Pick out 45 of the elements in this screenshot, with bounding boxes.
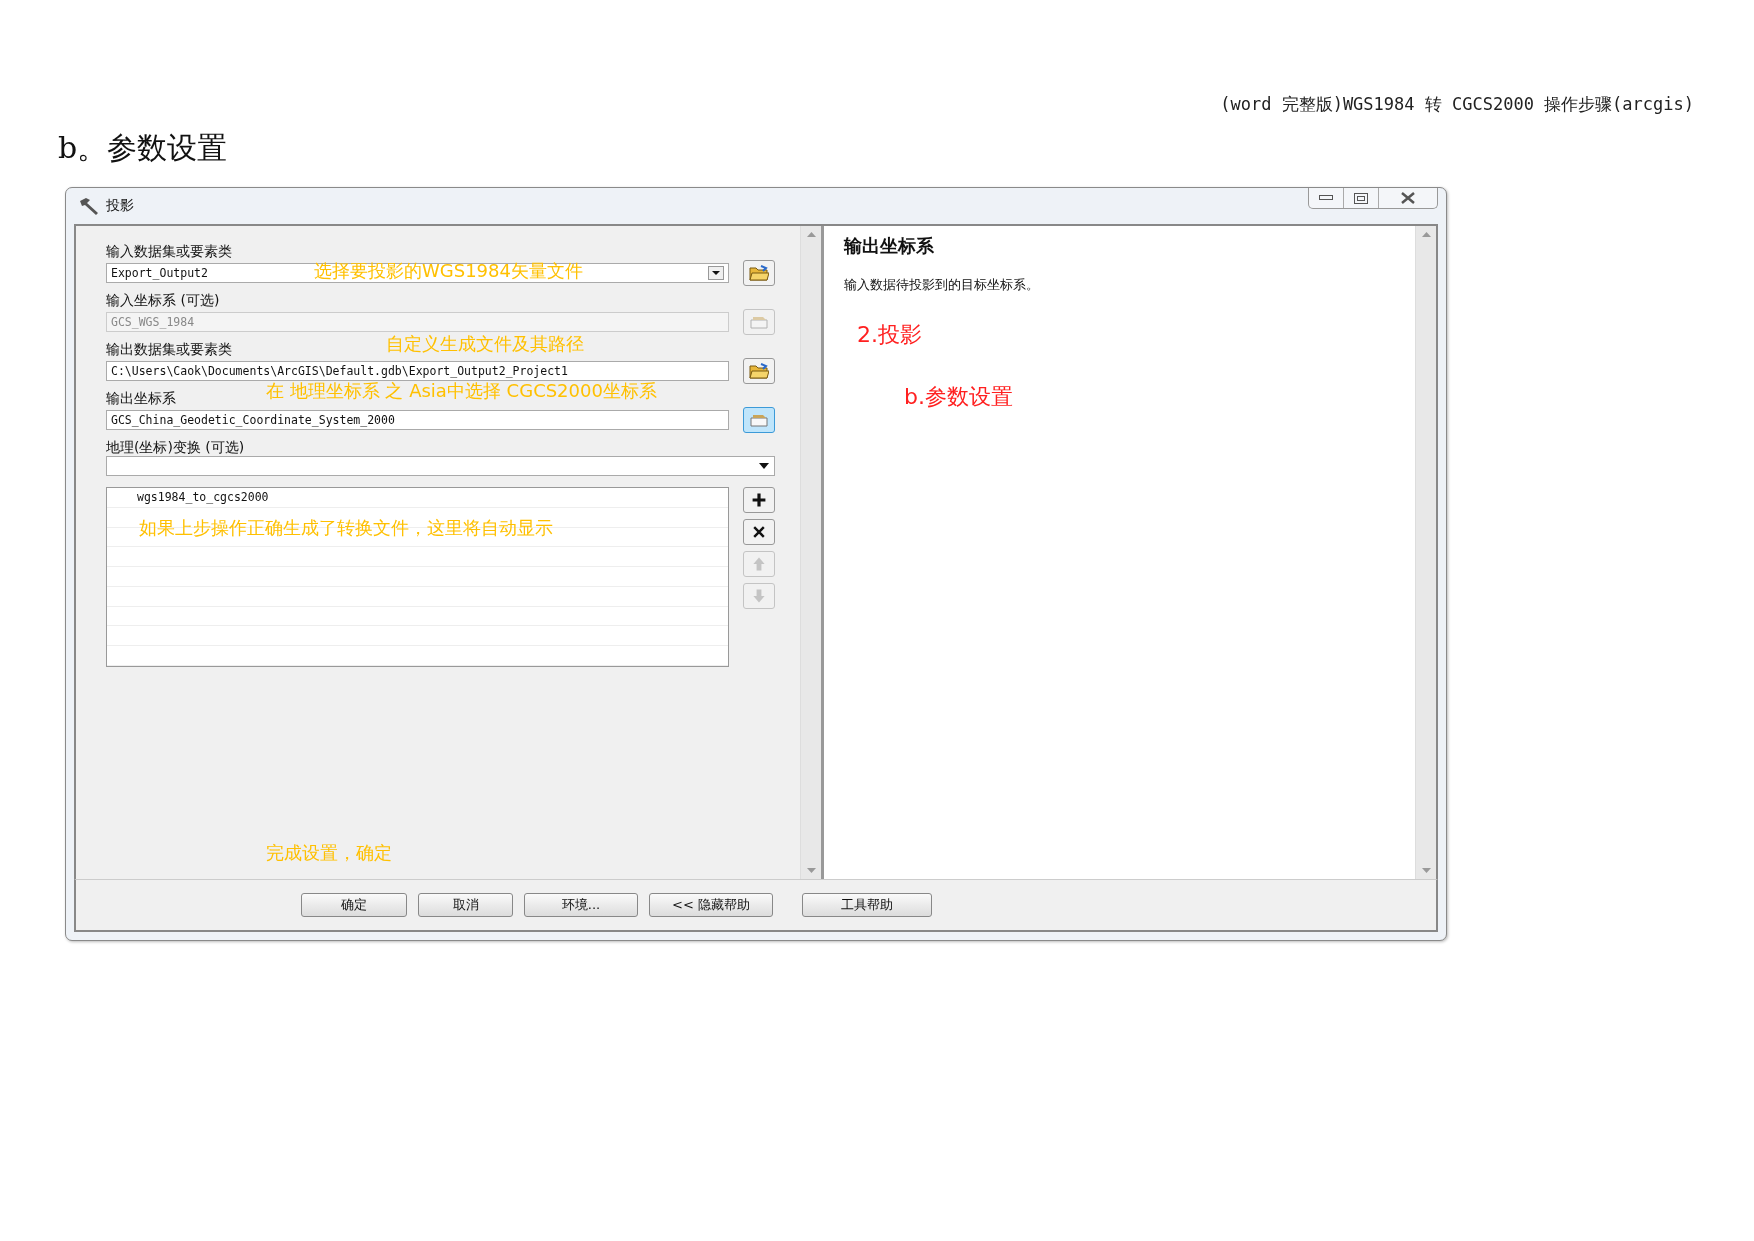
add-button[interactable]: [743, 487, 775, 513]
minimize-icon: [1319, 195, 1333, 201]
list-item[interactable]: wgs1984_to_cgcs2000: [137, 490, 269, 505]
field-label: 输出数据集或要素类: [106, 340, 232, 358]
field-label: 输出坐标系: [106, 389, 176, 407]
close-icon: [751, 524, 767, 540]
annotation-text: b.参数设置: [904, 383, 1013, 411]
plus-icon: [751, 492, 767, 508]
browse-button[interactable]: [743, 260, 775, 286]
annotation-text: 2.投影: [857, 321, 922, 349]
input-field[interactable]: GCS_China_Geodetic_Coordinate_System_2000: [106, 410, 729, 430]
input-field[interactable]: C:\Users\Caok\Documents\ArcGIS\Default.gdb\Export_Output2_Project1: [106, 361, 729, 381]
scroll-down-icon[interactable]: [806, 868, 816, 873]
annotation-text: 自定义生成文件及其路径: [386, 332, 584, 356]
annotation-text: 在 地理坐标系 之 Asia中选择 CGCS2000坐标系: [266, 379, 657, 403]
hammer-icon: [78, 197, 100, 215]
field-label: 输入数据集或要素类: [106, 242, 232, 260]
dialog-button[interactable]: 工具帮助: [802, 893, 932, 917]
scroll-down-icon[interactable]: [1421, 868, 1431, 873]
field-label: 地理(坐标)变换 (可选): [106, 438, 245, 456]
section-heading: b。参数设置: [58, 129, 229, 167]
remove-button[interactable]: [743, 519, 775, 545]
page-header: (word 完整版)WGS1984 转 CGCS2000 操作步骤(arcgis): [1220, 93, 1694, 116]
up-arrow-icon: [751, 556, 767, 572]
dropdown-arrow-icon[interactable]: [758, 463, 770, 469]
scrollbar[interactable]: [1415, 226, 1436, 879]
browse-button[interactable]: [743, 358, 775, 384]
window-title: 投影: [106, 197, 135, 215]
dialog-button[interactable]: 取消: [418, 893, 513, 917]
scrollbar[interactable]: [800, 226, 821, 879]
maximize-icon: [1354, 192, 1368, 204]
down-arrow-icon: [751, 588, 767, 604]
browse-button[interactable]: [743, 407, 775, 433]
dialog-button[interactable]: << 隐藏帮助: [649, 893, 773, 917]
scroll-up-icon[interactable]: [1421, 232, 1431, 237]
field-label: 输入坐标系 (可选): [106, 291, 220, 309]
dialog-button[interactable]: 环境...: [524, 893, 638, 917]
dropdown-field[interactable]: [106, 456, 775, 476]
dialog-button[interactable]: 确定: [301, 893, 407, 917]
help-title: 输出坐标系: [844, 234, 934, 258]
help-text: 输入数据待投影到的目标坐标系。: [844, 276, 1039, 294]
annotation-text: 如果上步操作正确生成了转换文件，这里将自动显示: [139, 516, 553, 540]
close-icon: [1400, 192, 1416, 204]
annotation-text: 完成设置，确定: [266, 841, 392, 865]
scroll-up-icon[interactable]: [806, 232, 816, 237]
